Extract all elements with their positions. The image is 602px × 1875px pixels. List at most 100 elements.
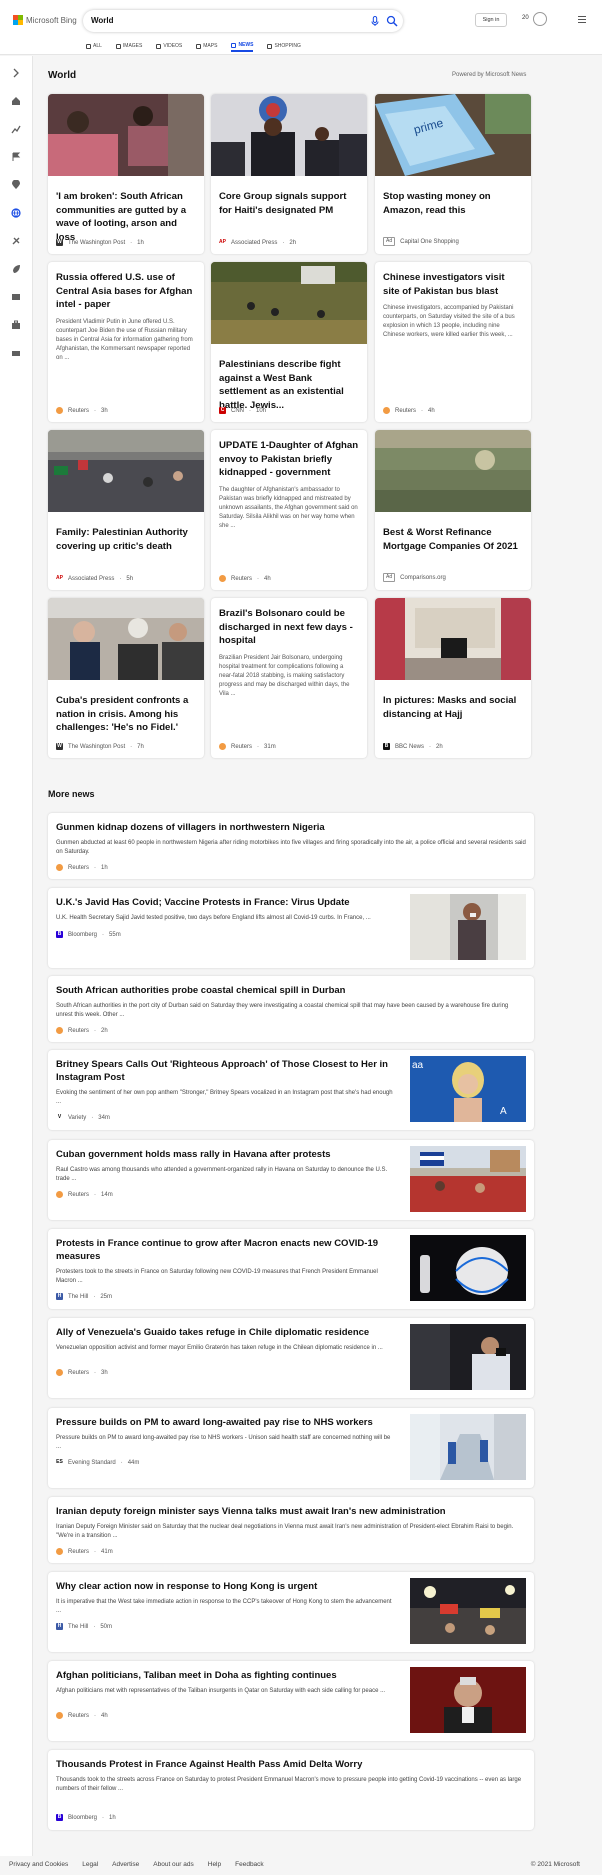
rewards-trophy-icon[interactable]: [533, 12, 547, 26]
microphone-icon[interactable]: [369, 15, 381, 27]
news-card[interactable]: Brazil's Bolsonaro could be discharged i…: [211, 598, 367, 758]
news-card[interactable]: Cuba's president confronts a nation in c…: [48, 598, 204, 758]
news-list-item[interactable]: Iranian deputy foreign minister says Vie…: [48, 1497, 534, 1563]
news-list-item[interactable]: Cuban government holds mass rally in Hav…: [48, 1140, 534, 1220]
trending-icon[interactable]: [11, 124, 21, 134]
news-title: Cuban government holds mass rally in Hav…: [56, 1149, 331, 1160]
news-list-item[interactable]: Britney Spears Calls Out 'Righteous Appr…: [48, 1050, 534, 1130]
home-icon[interactable]: [11, 96, 21, 106]
news-card[interactable]: Russia offered U.S. use of Central Asia …: [48, 262, 204, 422]
tab-label: VIDEOS: [163, 43, 183, 49]
search-box[interactable]: World: [83, 10, 403, 32]
provider-name: The Washington Post: [68, 743, 126, 750]
card-title: Russia offered U.S. use of Central Asia …: [56, 272, 193, 310]
tab-shopping[interactable]: SHOPPING: [267, 40, 301, 52]
news-snippet: Pressure builds on PM to award long-awai…: [56, 1435, 391, 1450]
powered-by[interactable]: Powered by Microsoft News: [452, 72, 526, 78]
news-list-item[interactable]: Why clear action now in response to Hong…: [48, 1572, 534, 1652]
tab-news[interactable]: NEWS: [231, 40, 254, 52]
dot-separator: ·: [120, 1459, 123, 1466]
tab-label: ALL: [93, 43, 102, 49]
money-icon[interactable]: [11, 348, 21, 358]
rewards-points[interactable]: 20: [522, 15, 529, 21]
sign-in-button[interactable]: Sign in: [475, 13, 507, 27]
the-hill-logo-icon: H: [56, 1293, 63, 1300]
svg-text:aa: aa: [412, 1060, 424, 1071]
news-list-item[interactable]: South African authorities probe coastal …: [48, 976, 534, 1042]
evening-standard-logo-icon: ES: [56, 1459, 63, 1466]
reuters-logo-icon: [383, 407, 390, 414]
tab-images[interactable]: IMAGES: [115, 40, 143, 52]
dot-separator: ·: [91, 1114, 94, 1121]
news-list-item[interactable]: Protests in France continue to grow afte…: [48, 1229, 534, 1309]
provider-name: CNN: [231, 407, 244, 414]
footer-link-privacy[interactable]: Privacy and Cookies: [9, 1861, 68, 1868]
timestamp: 2h: [289, 239, 297, 246]
world-globe-icon[interactable]: [11, 208, 21, 218]
shopping-tag-icon: [267, 43, 273, 49]
tab-all[interactable]: ALL: [86, 40, 102, 52]
science-rocket-icon[interactable]: [11, 264, 21, 274]
reuters-logo-icon: [56, 1027, 63, 1034]
news-list-item[interactable]: Thousands Protest in France Against Heal…: [48, 1750, 534, 1830]
ad-card[interactable]: Best & Worst Refinance Mortgage Companie…: [375, 430, 531, 590]
entertainment-icon[interactable]: [11, 292, 21, 302]
provider-name: Reuters: [68, 1712, 90, 1719]
ad-card[interactable]: prime Stop wasting money on Amazon, read…: [375, 94, 531, 254]
provider-name: Capital One Shopping: [400, 238, 459, 245]
news-card[interactable]: Core Group signals support for Haiti's d…: [211, 94, 367, 254]
news-title: Why clear action now in response to Hong…: [56, 1581, 318, 1592]
news-card[interactable]: Palestinians describe fight against a We…: [211, 262, 367, 422]
tab-label: MAPS: [203, 43, 218, 49]
business-icon[interactable]: [11, 320, 21, 330]
provider-name: Associated Press: [231, 239, 278, 246]
card-title: UPDATE 1-Daughter of Afghan envoy to Pak…: [219, 440, 359, 478]
card-provider: AP Associated Press · 5h: [56, 575, 133, 582]
more-news-heading: More news: [48, 789, 95, 799]
dot-separator: ·: [429, 743, 432, 750]
news-card[interactable]: In pictures: Masks and social distancing…: [375, 598, 531, 758]
location-pin-icon[interactable]: [11, 180, 21, 190]
hamburger-menu-icon[interactable]: [578, 16, 586, 23]
news-list-item[interactable]: Gunmen kidnap dozens of villagers in nor…: [48, 813, 534, 879]
footer-link-advertise[interactable]: Advertise: [112, 1861, 139, 1868]
news-title: Britney Spears Calls Out 'Righteous Appr…: [56, 1059, 388, 1083]
tab-maps[interactable]: MAPS: [196, 40, 217, 52]
bing-logo[interactable]: Microsoft Bing: [13, 15, 77, 25]
news-card[interactable]: 'I am broken': South African communities…: [48, 94, 204, 254]
news-card[interactable]: Chinese investigators visit site of Paki…: [375, 262, 531, 422]
footer-link-help[interactable]: Help: [208, 1861, 221, 1868]
news-list-item[interactable]: Pressure builds on PM to award long-awai…: [48, 1408, 534, 1488]
timestamp: 1h: [109, 1814, 116, 1821]
news-snippet: Evoking the sentiment of her own pop ant…: [56, 1090, 393, 1105]
news-snippet: It is imperative that the West take imme…: [56, 1599, 392, 1614]
tab-videos[interactable]: VIDEOS: [156, 40, 182, 52]
news-provider: Reuters · 2h: [56, 1027, 108, 1034]
tab-label: IMAGES: [122, 43, 143, 49]
news-list-item[interactable]: U.K.'s Javid Has Covid; Vaccine Protests…: [48, 888, 534, 968]
news-card[interactable]: Family: Palestinian Authority covering u…: [48, 430, 204, 590]
news-list-item[interactable]: Ally of Venezuela's Guaido takes refuge …: [48, 1318, 534, 1398]
news-provider: H The Hill · 25m: [56, 1293, 112, 1300]
provider-name: Reuters: [395, 407, 417, 414]
timestamp: 2h: [101, 1027, 108, 1034]
search-icon[interactable]: [386, 15, 398, 27]
sports-icon[interactable]: [11, 236, 21, 246]
search-input[interactable]: World: [91, 16, 114, 25]
flag-icon[interactable]: [11, 152, 21, 162]
footer-link-feedback[interactable]: Feedback: [235, 1861, 264, 1868]
copyright: © 2021 Microsoft: [530, 1861, 580, 1868]
card-provider: Ad Comparisons.org: [383, 573, 446, 582]
footer-link-legal[interactable]: Legal: [82, 1861, 98, 1868]
news-thumbnail: [410, 1414, 526, 1480]
news-card[interactable]: UPDATE 1-Daughter of Afghan envoy to Pak…: [211, 430, 367, 590]
card-provider: Reuters · 4h: [219, 575, 271, 582]
timestamp: 25m: [100, 1293, 113, 1300]
footer-link-about-ads[interactable]: About our ads: [153, 1861, 193, 1868]
video-icon: [156, 43, 162, 49]
provider-name: Reuters: [68, 1369, 90, 1376]
card-snippet: The daughter of Afghanistan's ambassador…: [219, 486, 358, 529]
expand-chevron-icon[interactable]: [11, 68, 21, 78]
dot-separator: ·: [102, 931, 105, 938]
news-list-item[interactable]: Afghan politicians, Taliban meet in Doha…: [48, 1661, 534, 1741]
